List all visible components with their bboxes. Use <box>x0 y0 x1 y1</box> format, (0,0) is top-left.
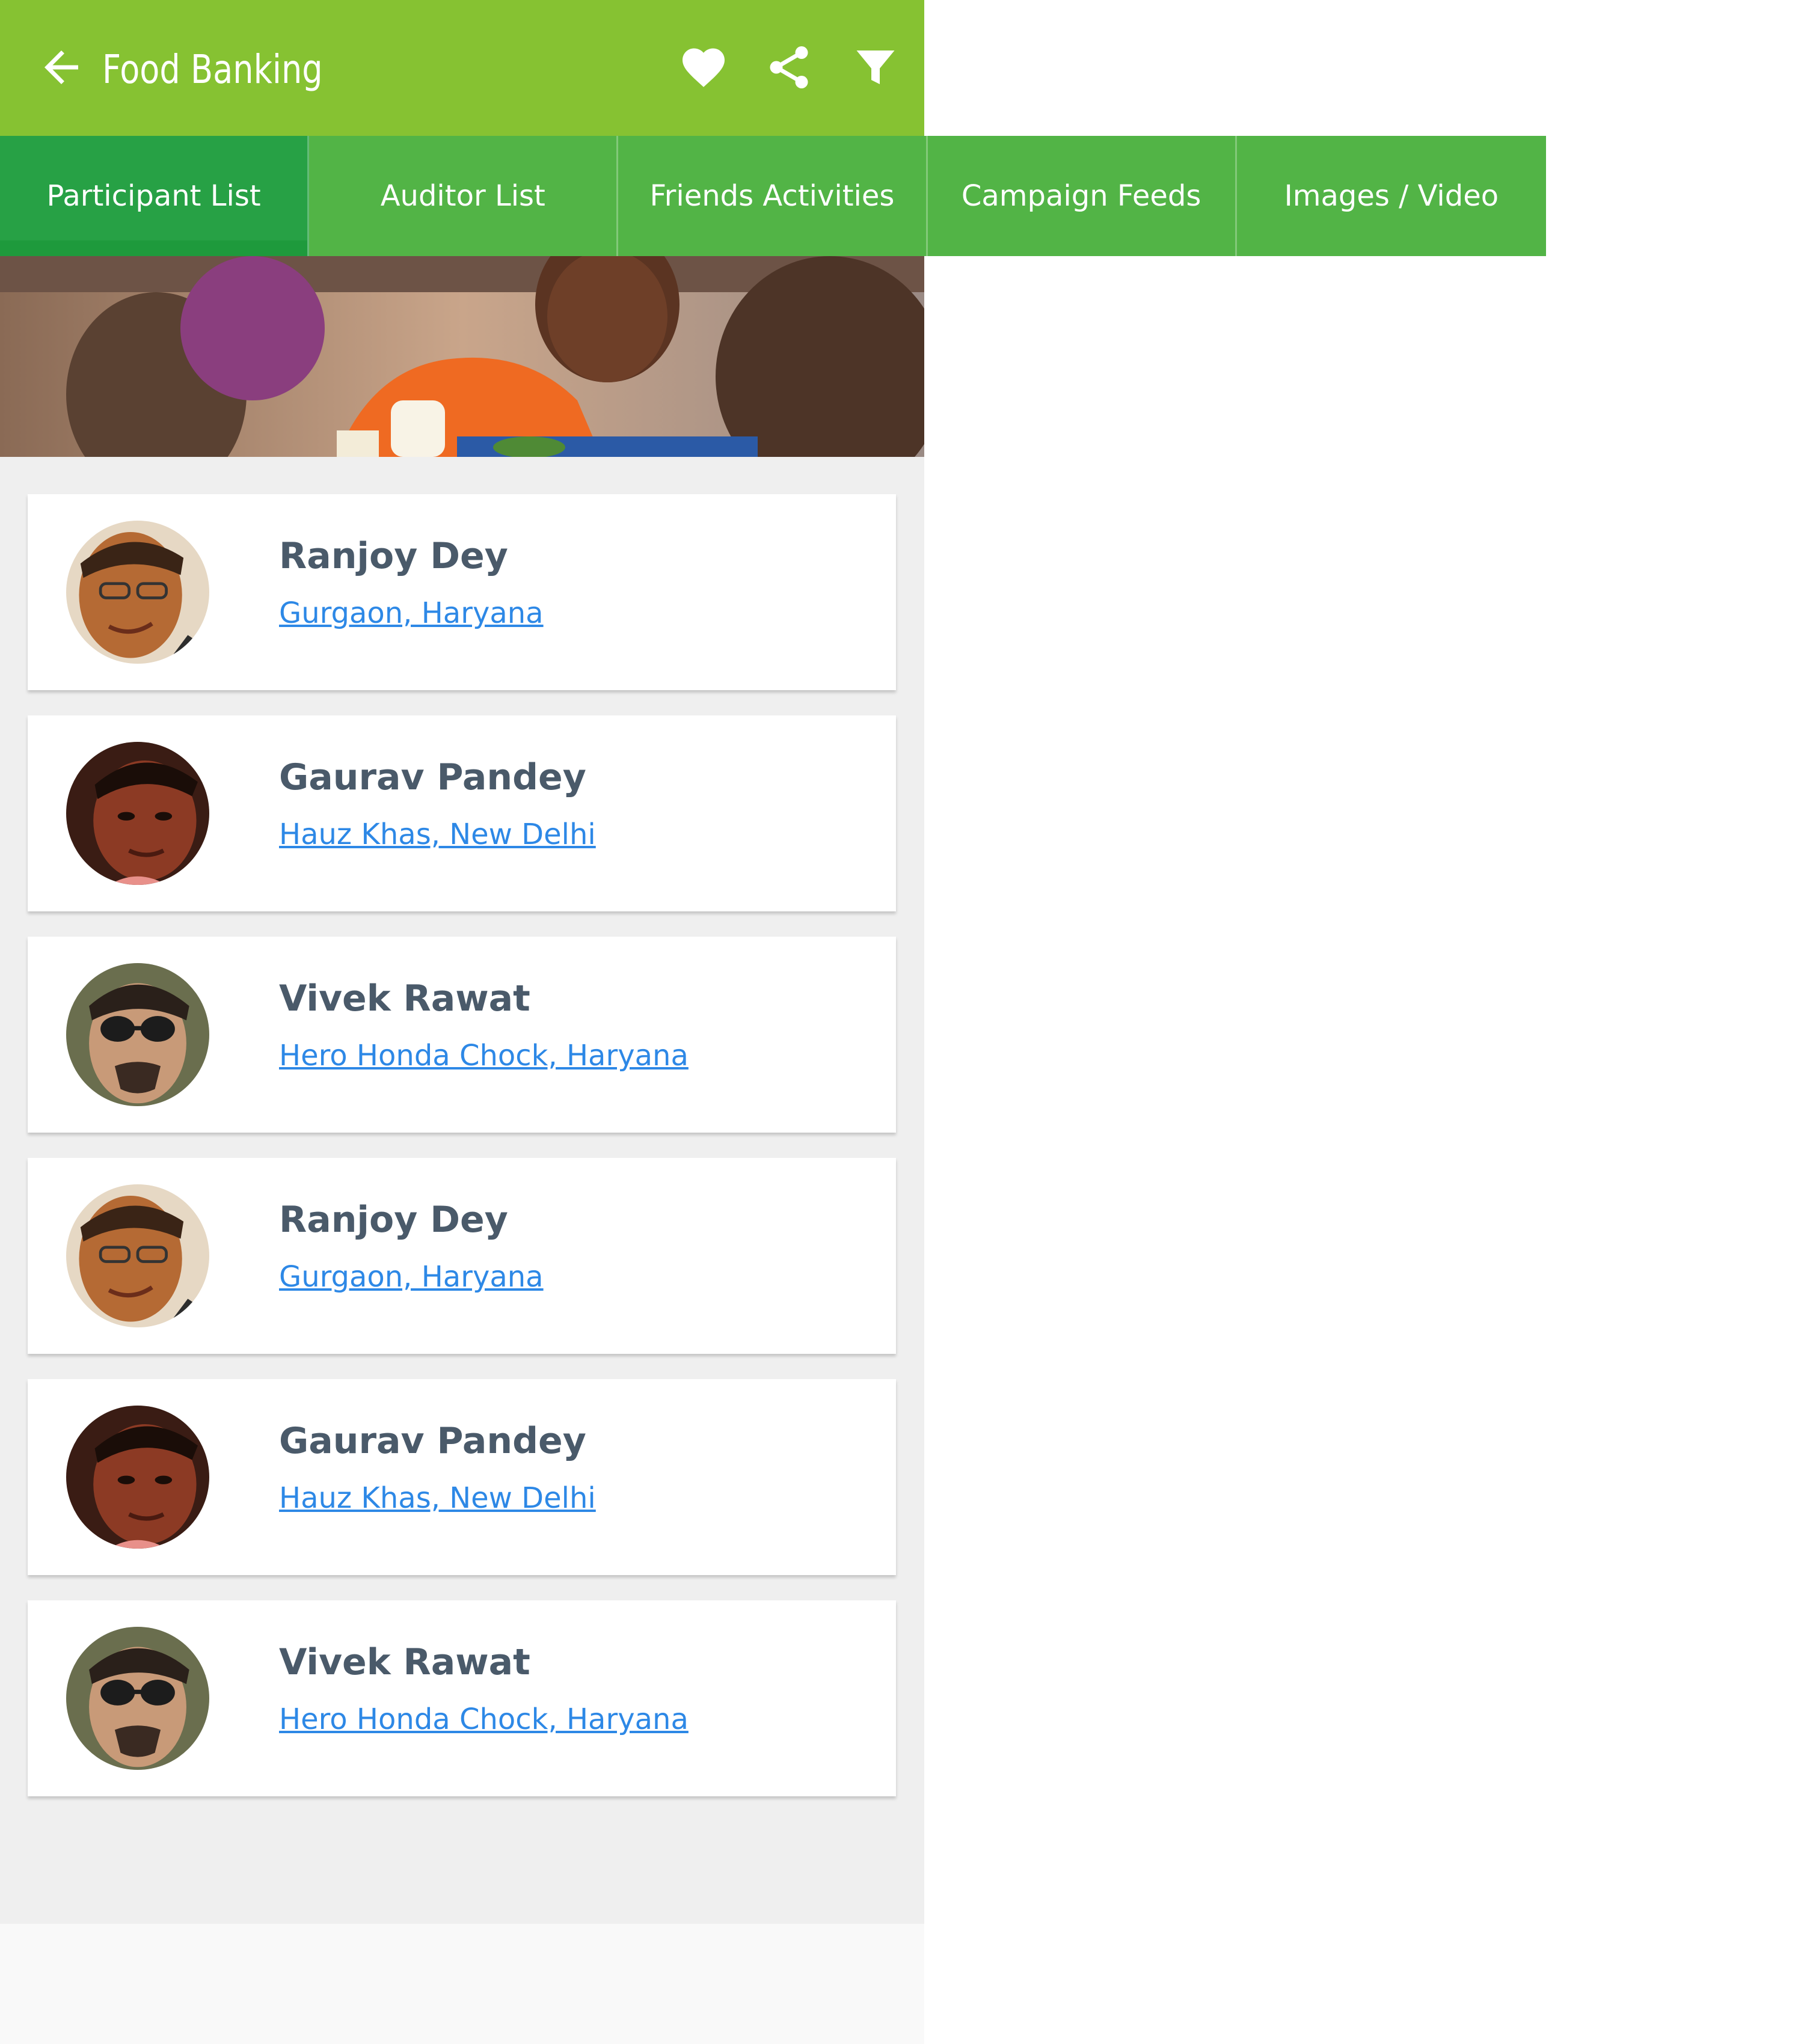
share-icon <box>770 46 808 88</box>
participant-location-link[interactable]: Hero Honda Chock, Haryana <box>279 1703 689 1736</box>
filter-button[interactable] <box>850 42 901 93</box>
back-button[interactable] <box>36 42 87 93</box>
participant-card[interactable]: Ranjoy Dey Gurgaon, Haryana <box>28 1158 896 1354</box>
filter-icon <box>856 50 895 84</box>
avatar <box>66 521 209 664</box>
participant-card[interactable]: Vivek Rawat Hero Honda Chock, Haryana <box>28 1600 896 1796</box>
participant-card[interactable]: Ranjoy Dey Gurgaon, Haryana <box>28 494 896 690</box>
tab-bar: Participant List Auditor List Friends Ac… <box>0 136 1546 256</box>
app-bar: Food Banking <box>0 0 924 136</box>
share-button[interactable] <box>764 42 814 93</box>
participant-location-link[interactable]: Gurgaon, Haryana <box>279 1260 544 1294</box>
participant-name: Ranjoy Dey <box>279 1199 508 1241</box>
participant-card[interactable]: Gaurav Pandey Hauz Khas, New Delhi <box>28 715 896 911</box>
app-screen: Food Banking Ranjoy Dey Gurgaon, Haryana… <box>0 0 924 2044</box>
participant-name: Ranjoy Dey <box>279 535 508 577</box>
avatar <box>66 963 209 1106</box>
participant-name: Vivek Rawat <box>279 978 530 1020</box>
campaign-banner-image <box>0 256 924 457</box>
tab-friends-activities[interactable]: Friends Activities <box>618 136 928 256</box>
avatar <box>66 1406 209 1549</box>
favorite-button[interactable] <box>678 42 729 93</box>
participant-name: Gaurav Pandey <box>279 1420 586 1462</box>
tab-participant-list[interactable]: Participant List <box>0 136 310 256</box>
participant-card[interactable]: Gaurav Pandey Hauz Khas, New Delhi <box>28 1379 896 1575</box>
participant-name: Vivek Rawat <box>279 1641 530 1683</box>
participant-card[interactable]: Vivek Rawat Hero Honda Chock, Haryana <box>28 937 896 1133</box>
participant-name: Gaurav Pandey <box>279 756 586 798</box>
participant-location-link[interactable]: Hauz Khas, New Delhi <box>279 818 596 851</box>
heart-icon <box>683 48 725 87</box>
participant-location-link[interactable]: Hauz Khas, New Delhi <box>279 1481 596 1515</box>
participant-location-link[interactable]: Gurgaon, Haryana <box>279 596 544 630</box>
avatar <box>66 1627 209 1770</box>
participant-location-link[interactable]: Hero Honda Chock, Haryana <box>279 1039 689 1072</box>
page-title: Food Banking <box>102 46 323 93</box>
tab-campaign-feeds[interactable]: Campaign Feeds <box>928 136 1237 256</box>
avatar <box>66 742 209 885</box>
avatar <box>66 1184 209 1327</box>
tab-images-video[interactable]: Images / Video <box>1237 136 1546 256</box>
tab-auditor-list[interactable]: Auditor List <box>309 136 619 256</box>
arrow-left-icon <box>44 50 78 84</box>
